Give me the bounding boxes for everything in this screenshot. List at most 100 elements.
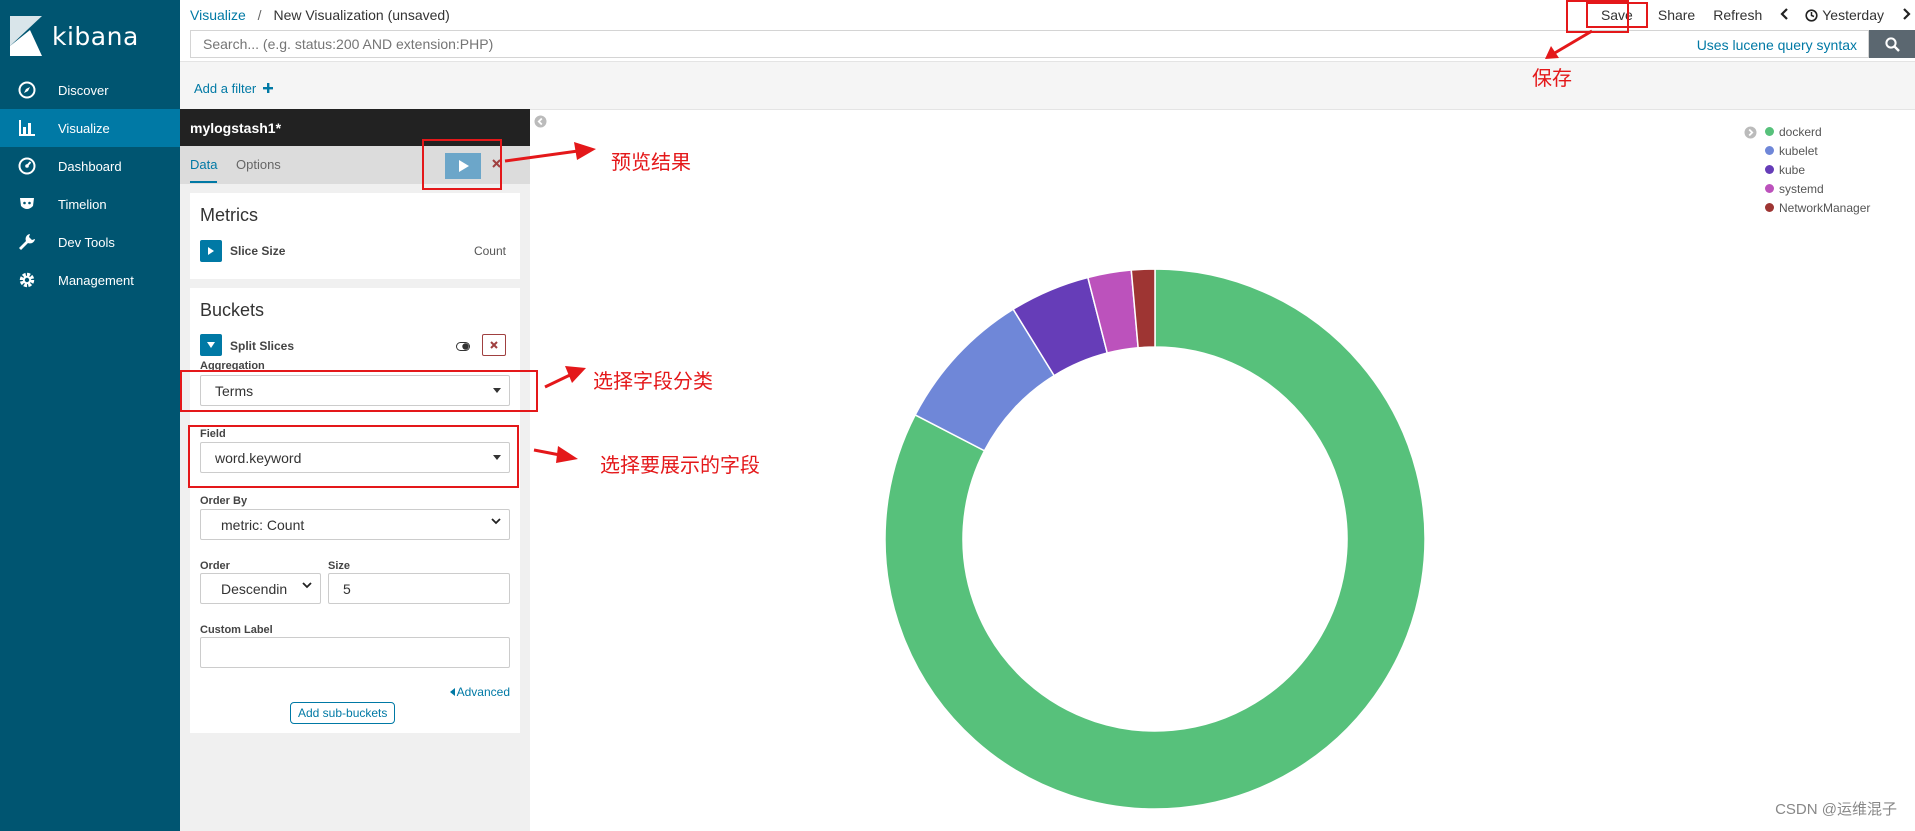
time-forward-button[interactable] bbox=[1902, 7, 1911, 23]
metric-expand-button[interactable] bbox=[200, 240, 222, 262]
search-icon bbox=[1884, 36, 1900, 52]
size-label: Size bbox=[328, 560, 351, 572]
app-name: kibana bbox=[52, 21, 139, 51]
custom-label-input[interactable] bbox=[200, 637, 510, 668]
lucene-syntax-link[interactable]: Uses lucene query syntax bbox=[1697, 37, 1857, 53]
order-value: Descendin bbox=[221, 580, 288, 597]
time-picker-button[interactable]: Yesterday bbox=[1805, 7, 1884, 23]
sidebar-nav: Discover Visualize Dashboard Timelion De… bbox=[0, 71, 180, 299]
refresh-button[interactable]: Refresh bbox=[1713, 7, 1762, 23]
legend-toggle-button[interactable] bbox=[1744, 126, 1757, 142]
sidebar: kibana Discover Visualize Dashboard Time… bbox=[0, 0, 180, 831]
sidebar-item-timelion[interactable]: Timelion bbox=[0, 185, 180, 223]
sidebar-item-label: Discover bbox=[58, 82, 109, 98]
sidebar-item-discover[interactable]: Discover bbox=[0, 71, 180, 109]
metrics-heading: Metrics bbox=[200, 205, 258, 225]
field-value: word.keyword bbox=[215, 449, 302, 466]
breadcrumb-current: New Visualization (unsaved) bbox=[273, 7, 450, 23]
buckets-heading: Buckets bbox=[200, 300, 265, 320]
aggregation-select[interactable]: Terms bbox=[200, 375, 510, 406]
share-button[interactable]: Share bbox=[1658, 7, 1695, 23]
custom-label-label: Custom Label bbox=[200, 624, 273, 636]
tab-data[interactable]: Data bbox=[190, 146, 218, 183]
legend-item[interactable]: kube bbox=[1765, 160, 1870, 179]
search-input[interactable] bbox=[190, 30, 1869, 58]
legend-dot bbox=[1765, 165, 1774, 174]
sidebar-item-dashboard[interactable]: Dashboard bbox=[0, 147, 180, 185]
kibana-logo[interactable]: kibana bbox=[10, 14, 139, 58]
dashboard-icon bbox=[16, 155, 38, 177]
annotation-save: 保存 bbox=[1532, 66, 1572, 90]
metric-label: Slice Size bbox=[230, 244, 286, 258]
timelion-icon bbox=[16, 193, 38, 215]
tab-options[interactable]: Options bbox=[236, 146, 281, 184]
bucket-expand-button[interactable] bbox=[200, 334, 222, 356]
legend-item[interactable]: kubelet bbox=[1765, 141, 1870, 160]
top-bar: Visualize / New Visualization (unsaved) … bbox=[180, 0, 1915, 30]
legend-label: kubelet bbox=[1779, 143, 1818, 158]
order-label: Order bbox=[200, 560, 230, 572]
bucket-toggle-button[interactable] bbox=[452, 336, 474, 356]
sidebar-item-dev-tools[interactable]: Dev Tools bbox=[0, 223, 180, 261]
save-button[interactable]: Save bbox=[1585, 2, 1648, 28]
chevron-right-circle-icon bbox=[1744, 126, 1757, 139]
filter-bar: Add a filter bbox=[180, 61, 1915, 110]
compass-icon bbox=[16, 79, 38, 101]
advanced-label: Advanced bbox=[456, 685, 510, 699]
bar-chart-icon bbox=[16, 117, 38, 139]
add-sub-buckets-button[interactable]: Add sub-buckets bbox=[290, 702, 396, 724]
buckets-card: Buckets Split Slices Aggregation Terms F… bbox=[190, 288, 520, 733]
order-by-select[interactable]: metric: Count bbox=[200, 509, 510, 540]
sidebar-item-label: Dashboard bbox=[58, 158, 122, 174]
sidebar-item-management[interactable]: Management bbox=[0, 261, 180, 299]
legend-dot bbox=[1765, 127, 1774, 136]
legend-dot bbox=[1765, 184, 1774, 193]
search-button[interactable] bbox=[1869, 30, 1915, 58]
apply-changes-button[interactable] bbox=[445, 153, 481, 179]
chart-legend: dockerd kubelet kube systemd NetworkMana… bbox=[1765, 122, 1870, 217]
vis-editor-panel: mylogstash1* Data Options Metrics Slice … bbox=[180, 109, 530, 831]
editor-tabs: Data Options bbox=[180, 146, 530, 184]
annotation-preview: 预览结果 bbox=[611, 150, 691, 174]
chevron-left-icon bbox=[1780, 8, 1789, 20]
size-input[interactable]: 5 bbox=[328, 573, 510, 604]
top-actions: Save Share Refresh Yesterday bbox=[1585, 0, 1915, 30]
chevron-right-icon bbox=[1903, 8, 1911, 20]
add-filter-label: Add a filter bbox=[194, 81, 257, 96]
chevron-left-circle-icon bbox=[534, 115, 547, 128]
toggle-icon bbox=[456, 341, 470, 351]
chevron-down-icon bbox=[491, 518, 501, 525]
discard-changes-button[interactable] bbox=[492, 155, 501, 171]
plus-icon bbox=[262, 83, 273, 93]
field-select[interactable]: word.keyword bbox=[200, 442, 510, 473]
legend-label: dockerd bbox=[1779, 124, 1822, 139]
add-filter-button[interactable]: Add a filter bbox=[194, 81, 273, 96]
bucket-remove-button[interactable] bbox=[482, 334, 506, 356]
legend-item[interactable]: dockerd bbox=[1765, 122, 1870, 141]
legend-item[interactable]: systemd bbox=[1765, 179, 1870, 198]
caret-right-icon bbox=[208, 247, 214, 255]
collapse-editor-button[interactable] bbox=[534, 115, 547, 131]
bucket-label: Split Slices bbox=[230, 339, 295, 353]
breadcrumb: Visualize / New Visualization (unsaved) bbox=[190, 7, 450, 23]
legend-item[interactable]: NetworkManager bbox=[1765, 198, 1870, 217]
advanced-toggle[interactable]: Advanced bbox=[449, 685, 510, 699]
breadcrumb-separator: / bbox=[257, 7, 262, 23]
chevron-down-icon bbox=[302, 582, 312, 589]
caret-left-icon bbox=[449, 688, 455, 696]
sidebar-item-label: Visualize bbox=[58, 120, 110, 136]
breadcrumb-visualize-link[interactable]: Visualize bbox=[190, 7, 246, 23]
legend-dot bbox=[1765, 146, 1774, 155]
clock-icon bbox=[1805, 8, 1818, 22]
time-back-button[interactable] bbox=[1780, 7, 1789, 23]
order-select[interactable]: Descendin bbox=[200, 573, 321, 604]
play-icon bbox=[458, 160, 469, 172]
sidebar-item-label: Timelion bbox=[58, 196, 107, 212]
legend-label: systemd bbox=[1779, 181, 1824, 196]
index-pattern-title: mylogstash1* bbox=[180, 109, 530, 146]
order-by-value: metric: Count bbox=[221, 516, 305, 533]
size-value: 5 bbox=[343, 580, 351, 597]
legend-label: NetworkManager bbox=[1779, 200, 1871, 215]
sidebar-item-visualize[interactable]: Visualize bbox=[0, 109, 180, 147]
close-icon bbox=[492, 159, 501, 168]
